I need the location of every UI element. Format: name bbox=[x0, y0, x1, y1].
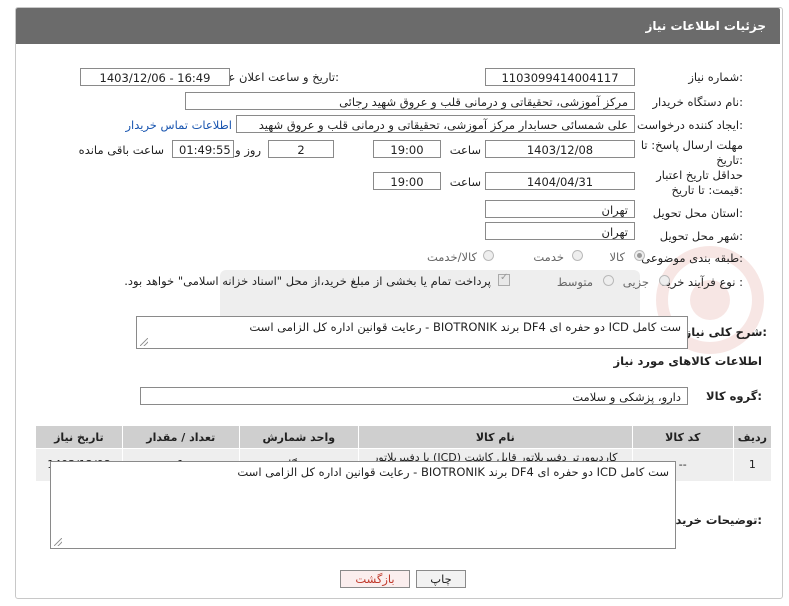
category-label: طبقه بندی موضوعی: bbox=[641, 251, 743, 265]
process-radio-medium[interactable] bbox=[603, 275, 614, 286]
panel-header: جزئیات اطلاعات نیاز bbox=[16, 8, 780, 44]
process-label: نوع فرآیند خرید : bbox=[661, 275, 743, 289]
category-radio-goods-service[interactable] bbox=[483, 250, 494, 261]
remaining-label: ساعت باقی مانده bbox=[78, 143, 164, 157]
category-radio-service[interactable] bbox=[572, 250, 583, 261]
buyer-contact-link[interactable]: اطلاعات تماس خریدار bbox=[125, 118, 232, 132]
resize-grip-icon[interactable] bbox=[140, 338, 148, 346]
summary-label: شرح کلی نیاز: bbox=[684, 325, 767, 339]
col-date: تاریخ نیاز bbox=[35, 425, 123, 449]
announce-field: 1403/12/06 - 16:49 bbox=[80, 68, 230, 86]
buyer-notes-textarea[interactable]: ست کامل ICD دو حفره ای DF4 برند BIOTRONI… bbox=[50, 461, 676, 549]
panel-title: جزئیات اطلاعات نیاز bbox=[645, 19, 766, 33]
process-radio-minor[interactable] bbox=[659, 275, 670, 286]
summary-textarea[interactable]: ست کامل ICD دو حفره ای DF4 برند BIOTRONI… bbox=[136, 316, 688, 349]
resize-grip-icon[interactable] bbox=[54, 538, 62, 546]
creator-field: علی شمسائی حسابدار مرکز آموزشی، تحقیقاتی… bbox=[236, 115, 635, 133]
buyer-org-label: نام دستگاه خریدار: bbox=[652, 95, 743, 109]
payment-checkbox[interactable] bbox=[498, 272, 510, 286]
creator-label: ایجاد کننده درخواست: bbox=[637, 118, 743, 132]
days-field: 2 bbox=[268, 140, 334, 158]
city-field: تهران bbox=[485, 222, 635, 240]
price-validity-label: حداقل تاریخ اعتبار قیمت: تا تاریخ: bbox=[656, 168, 743, 197]
col-unit: واحد شمارش bbox=[238, 425, 359, 449]
col-name: نام کالا bbox=[357, 425, 633, 449]
col-qty: تعداد / مقدار bbox=[121, 425, 240, 449]
price-date-field: 1404/04/31 bbox=[485, 172, 635, 190]
reply-time-label: ساعت bbox=[449, 143, 481, 157]
category-option-service: خدمت bbox=[533, 250, 564, 264]
reply-time-field: 19:00 bbox=[373, 140, 441, 158]
back-button[interactable]: بازگشت bbox=[340, 570, 410, 588]
category-radio-goods[interactable] bbox=[634, 250, 645, 261]
days-label: روز و bbox=[235, 143, 261, 157]
buyer-notes-text: ست کامل ICD دو حفره ای DF4 برند BIOTRONI… bbox=[237, 465, 669, 479]
goods-section-title: اطلاعات کالاهای مورد نیاز bbox=[613, 354, 762, 368]
need-number-field: 1103099414004117 bbox=[485, 68, 635, 86]
col-row: ردیف bbox=[732, 425, 773, 449]
process-option-minor: جزیی bbox=[622, 275, 649, 289]
goods-table-header: ردیف کد کالا نام کالا واحد شمارش تعداد /… bbox=[35, 425, 773, 449]
goods-group-field: دارو، پزشکی و سلامت bbox=[140, 387, 688, 405]
city-label: شهر محل تحویل: bbox=[659, 229, 743, 243]
category-option-goods-service: کالا/خدمت bbox=[426, 250, 477, 264]
province-field: تهران bbox=[485, 200, 635, 218]
summary-text: ست کامل ICD دو حفره ای DF4 برند BIOTRONI… bbox=[249, 320, 681, 334]
price-time-field: 19:00 bbox=[373, 172, 441, 190]
price-time-label: ساعت bbox=[449, 175, 481, 189]
col-code: کد کالا bbox=[631, 425, 734, 449]
buyer-notes-label: توضیحات خریدار: bbox=[664, 513, 762, 527]
buyer-org-field: مرکز آموزشی، تحقیقاتی و درمانی قلب و عرو… bbox=[185, 92, 635, 110]
remaining-time-field: 01:49:55 bbox=[172, 140, 234, 158]
category-option-goods: کالا bbox=[609, 250, 625, 264]
goods-group-label: گروه کالا: bbox=[706, 389, 762, 403]
process-option-medium: متوسط bbox=[556, 275, 593, 289]
payment-note: پرداخت تمام یا بخشی از مبلغ خرید،از محل … bbox=[124, 274, 491, 288]
need-number-label: شماره نیاز: bbox=[688, 70, 743, 84]
reply-date-field: 1403/12/08 bbox=[485, 140, 635, 158]
row-index: 1 bbox=[732, 448, 773, 482]
print-button[interactable]: چاپ bbox=[416, 570, 466, 588]
reply-deadline-label: مهلت ارسال پاسخ: تا تاریخ: bbox=[640, 138, 743, 167]
province-label: استان محل تحویل: bbox=[652, 206, 743, 220]
